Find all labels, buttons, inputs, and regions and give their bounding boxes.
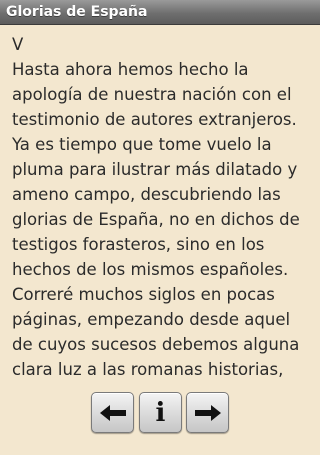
- text-line: Ya es tiempo que tome vuelo la: [12, 135, 272, 154]
- text-line: V: [12, 35, 24, 54]
- text-line: hechos de los mismos españoles.: [12, 260, 289, 279]
- title-bar: Glorias de España: [0, 0, 320, 25]
- app-title: Glorias de España: [6, 4, 148, 20]
- arrow-left-icon: [99, 404, 126, 421]
- text-line: apología de nuestra nación con el: [12, 85, 292, 104]
- text-line: Correré muchos siglos en pocas: [12, 285, 275, 304]
- text-line: testigos forasteros, sino en los: [12, 235, 265, 254]
- reading-text: V Hasta ahora hemos hecho la apología de…: [12, 32, 312, 382]
- info-icon: i: [155, 397, 166, 428]
- text-line: clara luz a las romanas historias,: [12, 360, 284, 379]
- text-line: testimonio de autores extranjeros.: [12, 110, 297, 129]
- info-button[interactable]: i: [139, 392, 182, 433]
- text-line: pluma para ilustrar más dilatado y: [12, 160, 298, 179]
- navigation-controls: i: [91, 392, 231, 434]
- text-line: glorias de España, no en dichos de: [12, 210, 300, 229]
- next-page-button[interactable]: [186, 392, 229, 433]
- text-line: Hasta ahora hemos hecho la: [12, 60, 249, 79]
- previous-page-button[interactable]: [91, 392, 134, 433]
- text-line: de cuyos sucesos debemos alguna: [12, 335, 300, 354]
- arrow-right-icon: [194, 404, 221, 421]
- text-line: páginas, empezando desde aquel: [12, 310, 291, 329]
- text-line: ameno campo, descubriendo las: [12, 185, 281, 204]
